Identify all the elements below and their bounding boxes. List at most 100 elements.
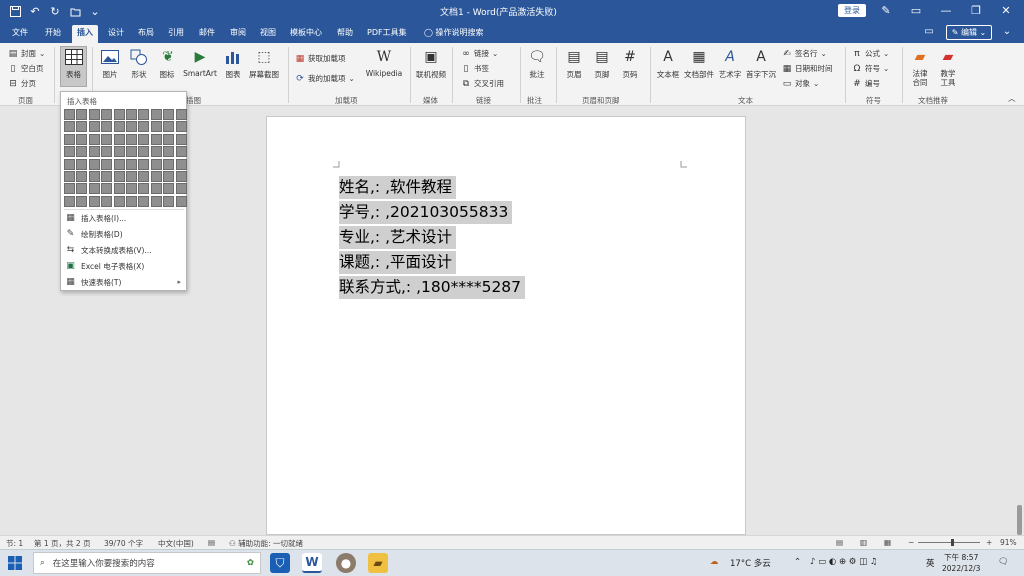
- table-grid-cell[interactable]: [175, 183, 187, 195]
- picture-button[interactable]: 图片: [98, 47, 122, 80]
- taskbar-clock[interactable]: 下午 8:57 2022/12/3: [942, 552, 980, 574]
- table-grid-cell[interactable]: [150, 158, 162, 170]
- table-grid-cell[interactable]: [88, 158, 100, 170]
- table-grid-cell[interactable]: [175, 158, 187, 170]
- zoom-level[interactable]: 91%: [1000, 538, 1017, 547]
- tab-review[interactable]: 审阅: [230, 26, 246, 43]
- my-addins-button[interactable]: ⟳ 我的加载项 ⌄: [295, 73, 355, 84]
- comments-pane-icon[interactable]: ▭: [922, 26, 936, 39]
- tab-help[interactable]: 帮助: [337, 26, 353, 43]
- status-page[interactable]: 第 1 页，共 2 页: [34, 538, 91, 549]
- blank-page-button[interactable]: ▯ 空白页: [8, 63, 44, 74]
- page-break-button[interactable]: ⊟ 分页: [8, 78, 36, 89]
- cover-page-button[interactable]: ▤ 封面 ⌄: [8, 48, 46, 59]
- table-grid-cell[interactable]: [138, 133, 150, 145]
- tab-home[interactable]: 开始: [45, 26, 61, 43]
- table-grid-cell[interactable]: [76, 183, 88, 195]
- table-grid-cell[interactable]: [64, 121, 75, 133]
- smartart-button[interactable]: ▶ SmartArt: [182, 47, 218, 78]
- table-grid-cell[interactable]: [150, 183, 162, 195]
- table-grid-cell[interactable]: [113, 158, 125, 170]
- number-button[interactable]: # 编号: [852, 78, 880, 89]
- table-grid-cell[interactable]: [175, 170, 187, 182]
- table-grid-cell[interactable]: [175, 121, 187, 133]
- menu-item-text-to-table[interactable]: ⇆ 文本转换成表格(V)...: [65, 243, 185, 257]
- pen-icon[interactable]: ✎: [878, 3, 894, 19]
- table-grid-cell[interactable]: [88, 195, 100, 207]
- table-grid-cell[interactable]: [113, 133, 125, 145]
- wordart-button[interactable]: A 艺术字: [717, 47, 743, 80]
- quick-parts-button[interactable]: ▦ 文档部件: [684, 47, 714, 80]
- vertical-scrollbar-thumb[interactable]: [1017, 505, 1022, 535]
- table-grid-cell[interactable]: [125, 133, 137, 145]
- document-page[interactable]: 姓名,: ,软件教程 学号,: ,202103055833 专业,: ,艺术设计…: [266, 116, 746, 535]
- status-accessibility[interactable]: ⚇ 辅助功能: 一切就绪: [229, 538, 303, 549]
- zoom-slider-thumb[interactable]: [951, 539, 955, 546]
- menu-item-excel-spreadsheet[interactable]: ▣ Excel 电子表格(X): [65, 259, 185, 273]
- table-grid-cell[interactable]: [175, 109, 187, 120]
- status-section[interactable]: 节: 1: [6, 538, 23, 549]
- table-grid-cell[interactable]: [138, 121, 150, 133]
- tab-view[interactable]: 视图: [260, 26, 276, 43]
- table-grid-cell[interactable]: [64, 109, 75, 120]
- comment-button[interactable]: 🗨 批注: [526, 47, 548, 80]
- screenshot-button[interactable]: ⬚ 屏幕截图: [247, 47, 281, 80]
- table-grid-cell[interactable]: [163, 158, 175, 170]
- table-grid-cell[interactable]: [88, 183, 100, 195]
- table-grid-cell[interactable]: [138, 195, 150, 207]
- table-grid-cell[interactable]: [138, 158, 150, 170]
- tab-pdf-tools[interactable]: PDF工具集: [367, 26, 407, 43]
- weather-text[interactable]: 17°C 多云: [730, 557, 771, 569]
- ime-indicator[interactable]: 英: [926, 557, 935, 569]
- table-grid-cell[interactable]: [88, 170, 100, 182]
- object-button[interactable]: ▭ 对象 ⌄: [782, 78, 820, 89]
- tab-mailings[interactable]: 邮件: [199, 26, 215, 43]
- table-grid-cell[interactable]: [125, 121, 137, 133]
- law-contract-button[interactable]: ▰ 法律合同: [908, 47, 932, 87]
- table-grid-cell[interactable]: [175, 195, 187, 207]
- tab-design[interactable]: 设计: [108, 26, 124, 43]
- table-grid-cell[interactable]: [76, 158, 88, 170]
- table-grid-cell[interactable]: [150, 133, 162, 145]
- open-icon[interactable]: [68, 4, 82, 18]
- tab-layout[interactable]: 布局: [138, 26, 154, 43]
- date-time-button[interactable]: ▦ 日期和时间: [782, 63, 833, 74]
- table-grid-cell[interactable]: [125, 158, 137, 170]
- table-grid-cell[interactable]: [101, 170, 113, 182]
- collapse-icon[interactable]: ⌄: [1000, 26, 1014, 39]
- menu-item-insert-table[interactable]: ▦ 插入表格(I)...: [65, 211, 185, 225]
- table-grid-cell[interactable]: [76, 195, 88, 207]
- table-grid-cell[interactable]: [88, 121, 100, 133]
- table-grid-cell[interactable]: [101, 133, 113, 145]
- notification-icon[interactable]: 🗨: [998, 557, 1009, 567]
- customize-qat-icon[interactable]: ⌄: [88, 4, 102, 18]
- table-grid-cell[interactable]: [138, 146, 150, 158]
- table-grid-cell[interactable]: [138, 170, 150, 182]
- table-grid-cell[interactable]: [64, 183, 75, 195]
- table-grid-cell[interactable]: [113, 183, 125, 195]
- tab-insert[interactable]: 插入: [72, 25, 98, 43]
- wikipedia-button[interactable]: W Wikipedia: [364, 47, 404, 78]
- signature-line-button[interactable]: ✍ 签名行 ⌄: [782, 48, 827, 59]
- table-grid-cell[interactable]: [150, 109, 162, 120]
- ribbon-display-icon[interactable]: ▭: [908, 3, 924, 19]
- table-grid-cell[interactable]: [76, 109, 88, 120]
- tray-expand-icon[interactable]: ⌃: [794, 557, 801, 567]
- table-grid-cell[interactable]: [64, 133, 75, 145]
- table-grid-cell[interactable]: [150, 195, 162, 207]
- table-grid-cell[interactable]: [125, 170, 137, 182]
- chart-button[interactable]: 图表: [222, 47, 244, 80]
- windows-start-icon[interactable]: [8, 556, 22, 570]
- menu-item-quick-tables[interactable]: ▦ 快速表格(T) ▸: [65, 275, 185, 289]
- collapse-ribbon-icon[interactable]: ︿: [1008, 93, 1016, 104]
- table-size-grid[interactable]: [64, 109, 187, 207]
- table-grid-cell[interactable]: [101, 109, 113, 120]
- table-grid-cell[interactable]: [101, 195, 113, 207]
- table-grid-cell[interactable]: [113, 121, 125, 133]
- avatar-app-icon[interactable]: ●: [336, 553, 356, 573]
- table-grid-cell[interactable]: [88, 133, 100, 145]
- table-grid-cell[interactable]: [64, 146, 75, 158]
- redo-icon[interactable]: ↻: [48, 4, 62, 18]
- bookmark-button[interactable]: ▯ 书签: [461, 63, 489, 74]
- table-grid-cell[interactable]: [163, 195, 175, 207]
